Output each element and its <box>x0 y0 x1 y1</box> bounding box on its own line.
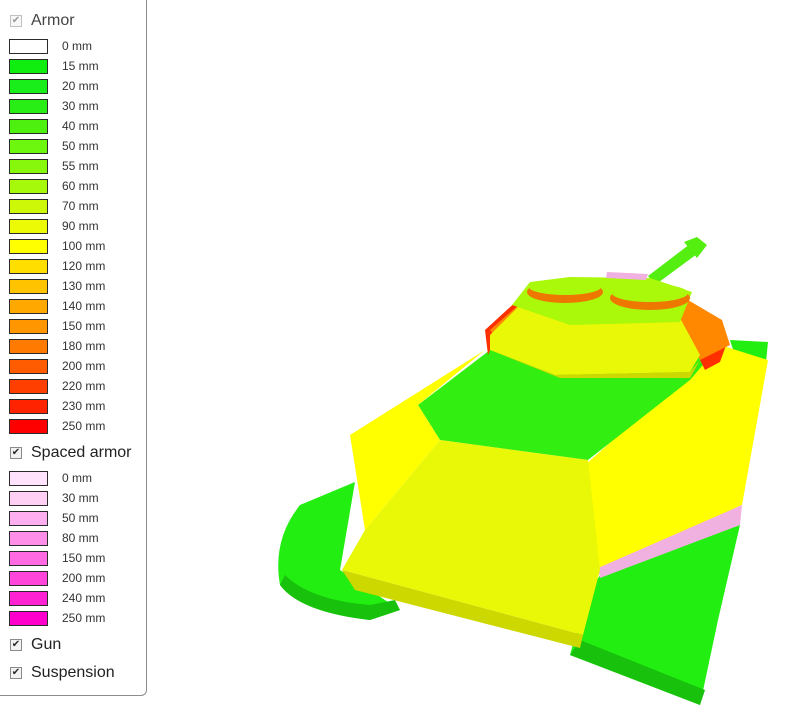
legend-row: 15 mm <box>9 57 99 75</box>
legend-row: 150 mm <box>9 317 105 335</box>
legend-row: 140 mm <box>9 297 105 315</box>
legend-row: 90 mm <box>9 217 99 235</box>
legend-row: 150 mm <box>9 549 105 567</box>
thickness-label: 70 mm <box>62 199 99 213</box>
legend-row: 250 mm <box>9 609 105 627</box>
thickness-label: 40 mm <box>62 119 99 133</box>
legend-row: 180 mm <box>9 337 105 355</box>
color-swatch <box>9 318 48 334</box>
thickness-label: 90 mm <box>62 219 99 233</box>
legend-row: 120 mm <box>9 257 105 275</box>
color-swatch <box>9 218 48 234</box>
legend-row: 50 mm <box>9 137 99 155</box>
legend-row: 60 mm <box>9 177 99 195</box>
thickness-label: 150 mm <box>62 551 106 565</box>
color-swatch <box>9 490 48 506</box>
thickness-label: 250 mm <box>62 419 106 433</box>
color-swatch <box>9 590 48 606</box>
thickness-label: 55 mm <box>62 159 99 173</box>
thickness-label: 30 mm <box>62 491 99 505</box>
color-swatch <box>9 138 48 154</box>
legend-row: 200 mm <box>9 569 105 587</box>
thickness-label: 120 mm <box>62 259 106 273</box>
legend-row: 0 mm <box>9 37 92 55</box>
spaced-armor-label: Spaced armor <box>31 444 132 461</box>
color-swatch <box>9 178 48 194</box>
thickness-label: 230 mm <box>62 399 106 413</box>
suspension-checkbox[interactable]: ✔ <box>10 667 22 679</box>
thickness-label: 180 mm <box>62 339 106 353</box>
color-swatch <box>9 570 48 586</box>
legend-row: 200 mm <box>9 357 105 375</box>
thickness-label: 30 mm <box>62 99 99 113</box>
color-swatch <box>9 378 48 394</box>
color-swatch <box>9 238 48 254</box>
legend-row: 220 mm <box>9 377 105 395</box>
color-swatch <box>9 610 48 626</box>
color-swatch <box>9 118 48 134</box>
spaced-armor-header[interactable]: ✔ Spaced armor <box>10 442 132 464</box>
legend-row: 230 mm <box>9 397 105 415</box>
armor-header[interactable]: ✔ Armor <box>10 10 75 32</box>
legend-row: 250 mm <box>9 417 105 435</box>
color-swatch <box>9 358 48 374</box>
color-swatch <box>9 198 48 214</box>
legend-row: 80 mm <box>9 529 99 547</box>
thickness-label: 220 mm <box>62 379 106 393</box>
gun-header[interactable]: ✔ Gun <box>10 634 61 656</box>
thickness-label: 80 mm <box>62 531 99 545</box>
thickness-label: 50 mm <box>62 139 99 153</box>
color-swatch <box>9 418 48 434</box>
legend-row: 240 mm <box>9 589 105 607</box>
color-swatch <box>9 298 48 314</box>
suspension-header[interactable]: ✔ Suspension <box>10 662 115 684</box>
thickness-label: 140 mm <box>62 299 106 313</box>
thickness-label: 20 mm <box>62 79 99 93</box>
thickness-label: 240 mm <box>62 591 106 605</box>
gun-checkbox[interactable]: ✔ <box>10 639 22 651</box>
legend-row: 70 mm <box>9 197 99 215</box>
thickness-label: 0 mm <box>62 471 92 485</box>
color-swatch <box>9 550 48 566</box>
thickness-label: 200 mm <box>62 571 106 585</box>
color-swatch <box>9 470 48 486</box>
thickness-label: 250 mm <box>62 611 106 625</box>
color-swatch <box>9 530 48 546</box>
color-swatch <box>9 338 48 354</box>
thickness-label: 0 mm <box>62 39 92 53</box>
legend-row: 20 mm <box>9 77 99 95</box>
legend-row: 55 mm <box>9 157 99 175</box>
legend-row: 40 mm <box>9 117 99 135</box>
thickness-label: 150 mm <box>62 319 106 333</box>
armor-label: Armor <box>31 12 75 29</box>
color-swatch <box>9 58 48 74</box>
legend-row: 50 mm <box>9 509 99 527</box>
armor-checkbox[interactable]: ✔ <box>10 15 22 27</box>
color-swatch <box>9 510 48 526</box>
color-swatch <box>9 278 48 294</box>
color-swatch <box>9 398 48 414</box>
suspension-label: Suspension <box>31 664 115 681</box>
thickness-label: 130 mm <box>62 279 106 293</box>
spaced-armor-checkbox[interactable]: ✔ <box>10 447 22 459</box>
color-swatch <box>9 98 48 114</box>
legend-row: 0 mm <box>9 469 92 487</box>
legend-row: 100 mm <box>9 237 105 255</box>
thickness-label: 15 mm <box>62 59 99 73</box>
legend-row: 130 mm <box>9 277 105 295</box>
turret <box>485 272 730 378</box>
thickness-label: 50 mm <box>62 511 99 525</box>
legend-row: 30 mm <box>9 97 99 115</box>
color-swatch <box>9 158 48 174</box>
thickness-label: 200 mm <box>62 359 106 373</box>
color-swatch <box>9 78 48 94</box>
color-swatch <box>9 258 48 274</box>
legend-row: 30 mm <box>9 489 99 507</box>
thickness-label: 100 mm <box>62 239 106 253</box>
thickness-label: 60 mm <box>62 179 99 193</box>
legend-panel: ✔ Armor 0 mm 15 mm 20 mm 30 mm 40 mm 50 mm 55 … <box>0 0 147 696</box>
gun-barrel <box>648 237 707 285</box>
gun-label: Gun <box>31 636 62 653</box>
color-swatch <box>9 38 48 54</box>
